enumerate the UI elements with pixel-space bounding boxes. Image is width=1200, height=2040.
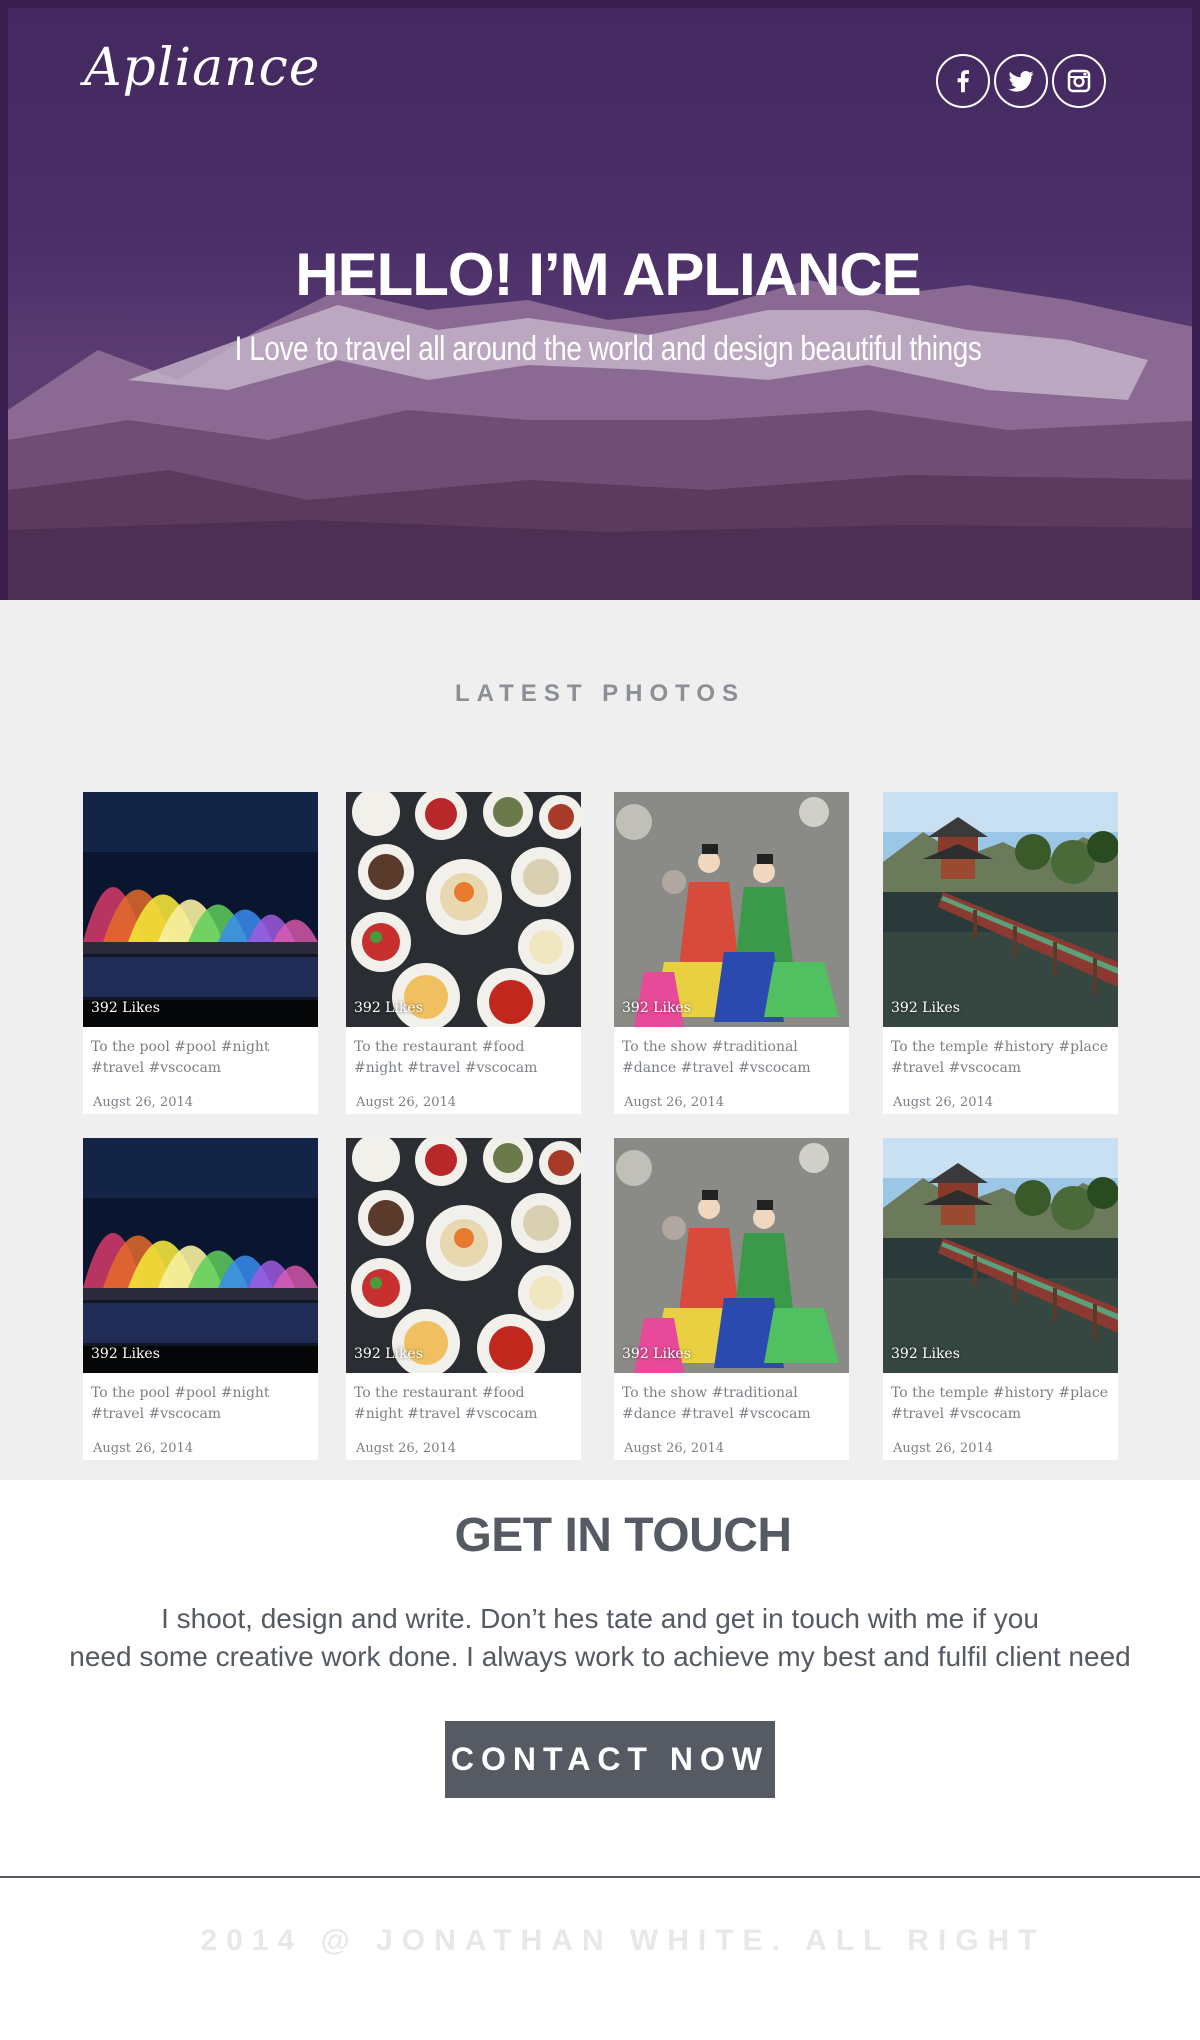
photo-image — [346, 1138, 581, 1373]
photo-date: Augst 26, 2014 — [93, 1095, 194, 1110]
photo-caption: To the restaurant #food #night #travel #… — [354, 1385, 538, 1422]
twitter-button[interactable] — [994, 54, 1048, 108]
contact-now-button[interactable]: CONTACT NOW — [445, 1721, 775, 1798]
instagram-button[interactable] — [1052, 54, 1106, 108]
social-links — [936, 54, 1106, 108]
photo-card[interactable]: 392 Likes To the pool #pool #night #trav… — [83, 792, 318, 1114]
mountain-background — [8, 280, 1192, 600]
instagram-icon — [1067, 69, 1091, 93]
photo-image — [883, 792, 1118, 1027]
footer-divider — [0, 1876, 1200, 1878]
photo-image — [883, 1138, 1118, 1373]
photo-date: Augst 26, 2014 — [93, 1441, 194, 1456]
photo-caption: To the restaurant #food #night #travel #… — [354, 1039, 538, 1076]
contact-line: I shoot, design and write. Don’t hes tat… — [161, 1603, 1039, 1634]
section-title: LATEST PHOTOS — [454, 680, 746, 707]
likes-count: 392 Likes — [354, 1000, 423, 1016]
photo-card[interactable]: 392 Likes To the temple #history #place … — [883, 792, 1118, 1114]
hero-banner: Apliance HELLO! I’M APLIANCE I Love to t… — [0, 0, 1200, 600]
photo-thumbnail[interactable] — [614, 1138, 849, 1373]
photo-date: Augst 26, 2014 — [356, 1441, 457, 1456]
photo-thumbnail[interactable] — [346, 1138, 581, 1373]
contact-title: GET IN TOUCH — [454, 1509, 792, 1562]
photo-card[interactable]: 392 Likes To the show #traditional #danc… — [614, 1138, 849, 1460]
photo-date: Augst 26, 2014 — [893, 1095, 994, 1110]
likes-count: 392 Likes — [91, 1000, 160, 1016]
site-logo[interactable]: Apliance — [84, 38, 321, 98]
photo-caption: To the temple #history #place #travel #v… — [891, 1385, 1109, 1422]
photo-thumbnail[interactable] — [614, 792, 849, 1027]
hero-title: HELLO! I’M APLIANCE — [295, 241, 921, 308]
likes-count: 392 Likes — [891, 1346, 960, 1362]
footer-copyright: 2014 @ JONATHAN WHITE. ALL RIGHT — [200, 1924, 1046, 1957]
facebook-icon — [957, 70, 969, 93]
photo-thumbnail[interactable] — [83, 792, 318, 1027]
photo-caption: To the show #traditional #dance #travel … — [622, 1385, 811, 1422]
photo-image — [346, 792, 581, 1027]
photo-caption: To the pool #pool #night #travel #vscoca… — [91, 1385, 270, 1422]
photo-image — [83, 1138, 318, 1373]
photo-card[interactable]: 392 Likes To the restaurant #food #night… — [346, 792, 581, 1114]
likes-count: 392 Likes — [91, 1346, 160, 1362]
photo-image — [83, 792, 318, 1027]
photo-card[interactable]: 392 Likes To the pool #pool #night #trav… — [83, 1138, 318, 1460]
likes-count: 392 Likes — [622, 1000, 691, 1016]
likes-count: 392 Likes — [891, 1000, 960, 1016]
photo-thumbnail[interactable] — [346, 792, 581, 1027]
contact-description: I shoot, design and write. Don’t hes tat… — [0, 1600, 1200, 1676]
photo-card[interactable]: 392 Likes To the show #traditional #danc… — [614, 792, 849, 1114]
photo-date: Augst 26, 2014 — [356, 1095, 457, 1110]
photo-date: Augst 26, 2014 — [624, 1095, 725, 1110]
photo-thumbnail[interactable] — [83, 1138, 318, 1373]
contact-line: need some creative work done. I always w… — [69, 1641, 1131, 1672]
photo-card[interactable]: 392 Likes To the temple #history #place … — [883, 1138, 1118, 1460]
hero-subtitle: I Love to travel all around the world an… — [234, 330, 982, 368]
photo-thumbnail[interactable] — [883, 792, 1118, 1027]
photo-image — [614, 792, 849, 1027]
photo-caption: To the pool #pool #night #travel #vscoca… — [91, 1039, 270, 1076]
likes-count: 392 Likes — [354, 1346, 423, 1362]
photo-caption: To the temple #history #place #travel #v… — [891, 1039, 1109, 1076]
photo-caption: To the show #traditional #dance #travel … — [622, 1039, 811, 1076]
likes-count: 392 Likes — [622, 1346, 691, 1362]
latest-photos-section: LATEST PHOTOS 392 Likes To the pool #poo… — [0, 600, 1200, 1480]
facebook-button[interactable] — [936, 54, 990, 108]
photo-card[interactable]: 392 Likes To the restaurant #food #night… — [346, 1138, 581, 1460]
photo-date: Augst 26, 2014 — [624, 1441, 725, 1456]
photo-date: Augst 26, 2014 — [893, 1441, 994, 1456]
photo-thumbnail[interactable] — [883, 1138, 1118, 1373]
twitter-icon — [1008, 70, 1034, 92]
photo-image — [614, 1138, 849, 1373]
